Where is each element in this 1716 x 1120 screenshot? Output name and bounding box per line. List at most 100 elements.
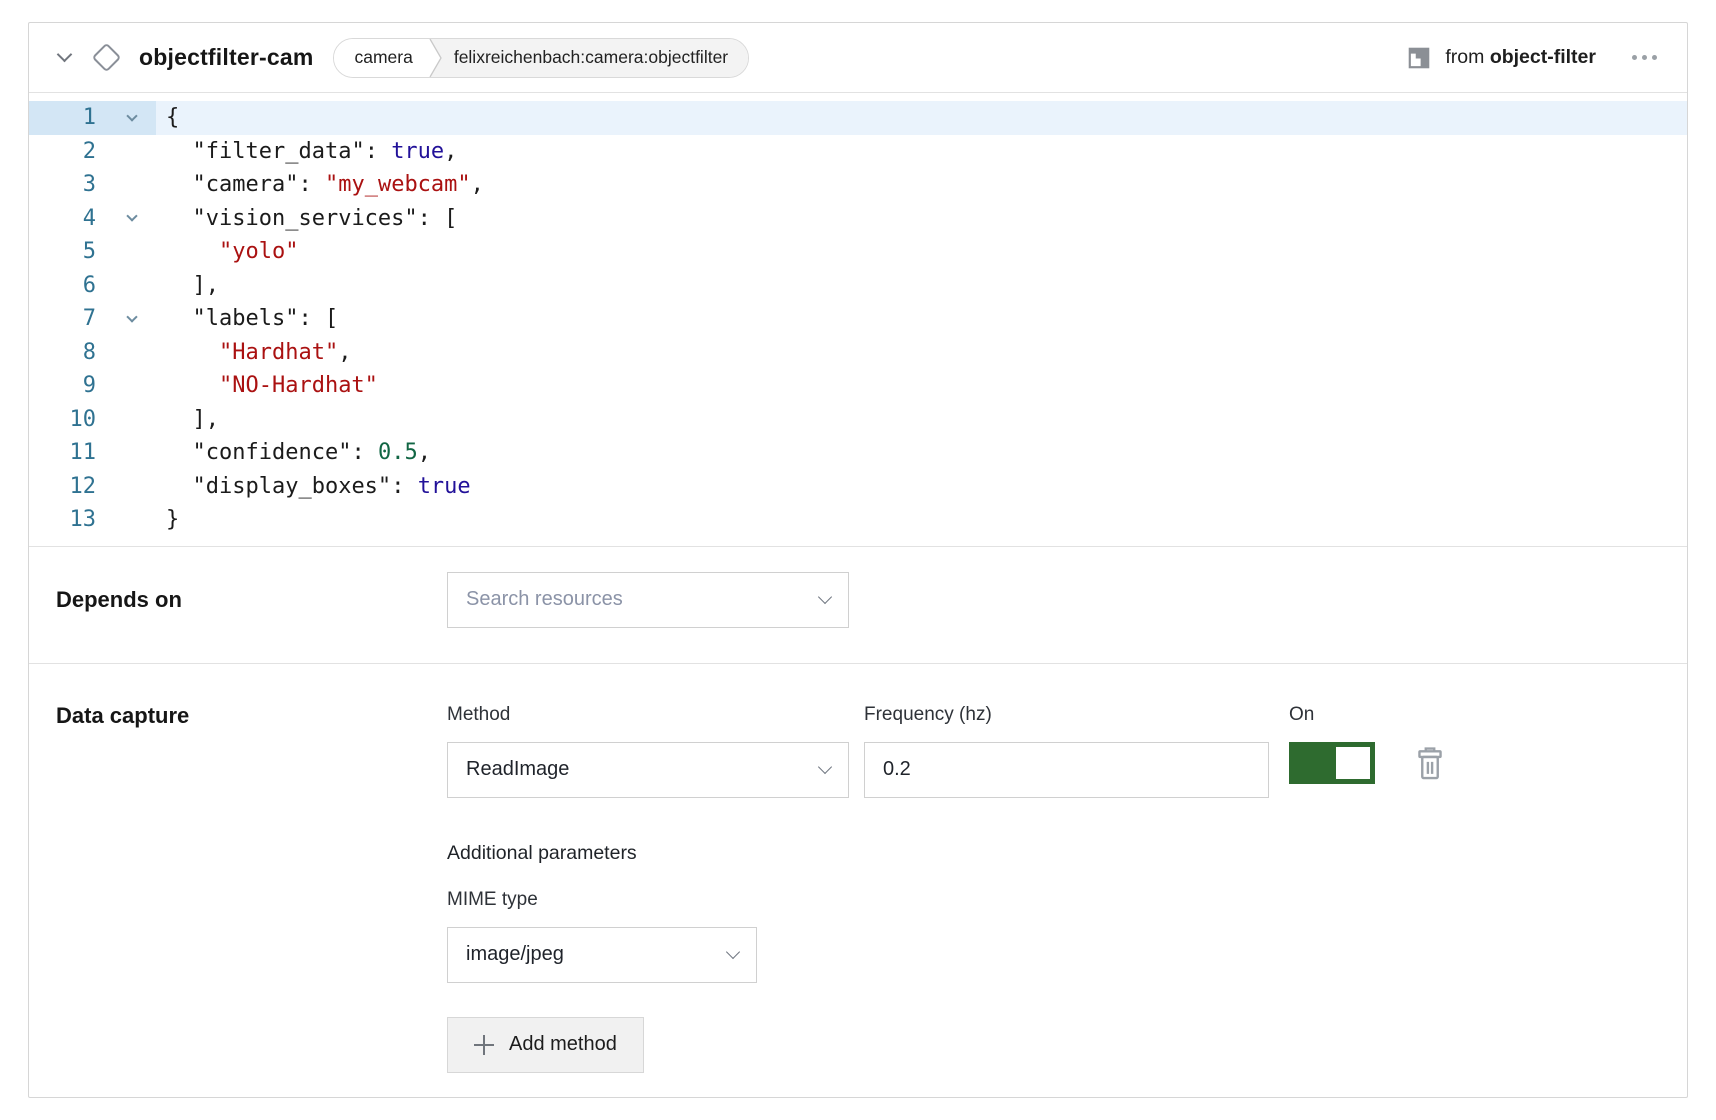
code-line[interactable]: 2 "filter_data": true, — [29, 135, 1687, 169]
data-capture-content: Method ReadImage Frequency (hz) On — [447, 704, 1447, 1073]
line-number: 13 — [29, 503, 96, 537]
fold-gutter — [96, 403, 156, 437]
ellipsis-menu-button[interactable] — [1630, 49, 1659, 66]
additional-parameters-label: Additional parameters — [447, 842, 1447, 865]
mime-type-select[interactable]: image/jpeg — [447, 927, 757, 983]
code-line-text: ], — [156, 403, 1687, 437]
code-line-text: "vision_services": [ — [156, 202, 1687, 236]
badge-type-segment: camera — [334, 39, 426, 77]
fold-gutter — [96, 369, 156, 403]
code-line-text: { — [156, 101, 1687, 135]
code-line[interactable]: 10 ], — [29, 403, 1687, 437]
chevron-down-icon — [726, 945, 740, 959]
code-line[interactable]: 1{ — [29, 101, 1687, 135]
code-line[interactable]: 4 "vision_services": [ — [29, 202, 1687, 236]
line-number: 10 — [29, 403, 96, 437]
mime-type-label: MIME type — [447, 889, 1447, 911]
line-number: 1 — [29, 101, 96, 135]
fold-gutter — [96, 436, 156, 470]
method-select-value: ReadImage — [466, 758, 569, 781]
component-type-badge: camera felixreichenbach:camera:objectfil… — [333, 38, 749, 78]
plus-icon — [474, 1035, 494, 1055]
code-line-text: ], — [156, 269, 1687, 303]
line-number: 12 — [29, 470, 96, 504]
frequency-input[interactable] — [864, 742, 1269, 798]
method-label: Method — [447, 704, 849, 726]
dot-icon — [1642, 55, 1647, 60]
code-line[interactable]: 12 "display_boxes": true — [29, 470, 1687, 504]
code-line-text: "yolo" — [156, 235, 1687, 269]
fold-chevron-icon[interactable] — [126, 311, 137, 322]
dot-icon — [1632, 55, 1637, 60]
code-line[interactable]: 9 "NO-Hardhat" — [29, 369, 1687, 403]
code-line[interactable]: 8 "Hardhat", — [29, 336, 1687, 370]
line-number: 8 — [29, 336, 96, 370]
on-label: On — [1289, 704, 1375, 726]
add-method-label: Add method — [509, 1033, 617, 1056]
code-line-text: "labels": [ — [156, 302, 1687, 336]
line-number: 4 — [29, 202, 96, 236]
depends-on-section: Depends on Search resources — [29, 546, 1687, 663]
code-line[interactable]: 13} — [29, 503, 1687, 537]
frequency-field: Frequency (hz) — [864, 704, 1269, 798]
dot-icon — [1652, 55, 1657, 60]
fold-gutter — [96, 235, 156, 269]
code-line-text: } — [156, 503, 1687, 537]
from-module-name: object-filter — [1490, 46, 1596, 68]
depends-search-placeholder: Search resources — [466, 588, 623, 611]
fold-gutter — [96, 269, 156, 303]
line-number: 11 — [29, 436, 96, 470]
module-icon — [1406, 45, 1432, 71]
code-line-text: "NO-Hardhat" — [156, 369, 1687, 403]
add-method-button[interactable]: Add method — [447, 1017, 644, 1073]
toggle-knob — [1336, 747, 1370, 779]
capture-toggle-field: On — [1289, 704, 1375, 784]
component-diamond-icon — [92, 43, 122, 73]
capture-method-row: Method ReadImage Frequency (hz) On — [447, 704, 1447, 798]
component-card-header: objectfilter-cam camera felixreichenbach… — [29, 23, 1687, 93]
fold-gutter — [96, 470, 156, 504]
code-line[interactable]: 7 "labels": [ — [29, 302, 1687, 336]
mime-select-value: image/jpeg — [466, 943, 564, 966]
delete-method-button[interactable] — [1413, 745, 1447, 786]
method-select[interactable]: ReadImage — [447, 742, 849, 798]
from-word: from — [1445, 46, 1484, 68]
badge-divider-chevron-icon — [427, 39, 444, 77]
from-module-text: from object-filter — [1445, 46, 1596, 69]
header-right-group: from object-filter — [1406, 45, 1659, 71]
fold-gutter — [96, 101, 156, 135]
line-number: 5 — [29, 235, 96, 269]
depends-search-select[interactable]: Search resources — [447, 572, 849, 628]
code-line-text: "confidence": 0.5, — [156, 436, 1687, 470]
code-line[interactable]: 11 "confidence": 0.5, — [29, 436, 1687, 470]
line-number: 2 — [29, 135, 96, 169]
code-line[interactable]: 3 "camera": "my_webcam", — [29, 168, 1687, 202]
code-line-text: "Hardhat", — [156, 336, 1687, 370]
badge-model-segment: felixreichenbach:camera:objectfilter — [444, 39, 748, 77]
component-name-title: objectfilter-cam — [139, 44, 313, 71]
code-line[interactable]: 6 ], — [29, 269, 1687, 303]
fold-gutter — [96, 503, 156, 537]
line-number: 7 — [29, 302, 96, 336]
fold-chevron-icon[interactable] — [126, 211, 137, 222]
trash-icon — [1413, 745, 1447, 783]
code-line-text: "display_boxes": true — [156, 470, 1687, 504]
json-config-editor[interactable]: 1{2 "filter_data": true,3 "camera": "my_… — [29, 93, 1687, 546]
component-card: objectfilter-cam camera felixreichenbach… — [28, 22, 1688, 1098]
fold-gutter — [96, 336, 156, 370]
line-number: 3 — [29, 168, 96, 202]
data-capture-section: Data capture Method ReadImage Frequency … — [29, 663, 1687, 1099]
line-number: 6 — [29, 269, 96, 303]
method-field: Method ReadImage — [447, 704, 849, 798]
code-line[interactable]: 5 "yolo" — [29, 235, 1687, 269]
depends-on-heading: Depends on — [56, 572, 447, 663]
fold-gutter — [96, 302, 156, 336]
data-capture-heading: Data capture — [56, 704, 447, 728]
capture-on-toggle[interactable] — [1289, 742, 1375, 784]
fold-chevron-icon[interactable] — [126, 110, 137, 121]
fold-gutter — [96, 202, 156, 236]
frequency-label: Frequency (hz) — [864, 704, 1269, 726]
collapse-chevron-icon[interactable] — [57, 47, 73, 63]
code-line-text: "filter_data": true, — [156, 135, 1687, 169]
machine-config-page: objectfilter-cam camera felixreichenbach… — [0, 0, 1716, 1120]
